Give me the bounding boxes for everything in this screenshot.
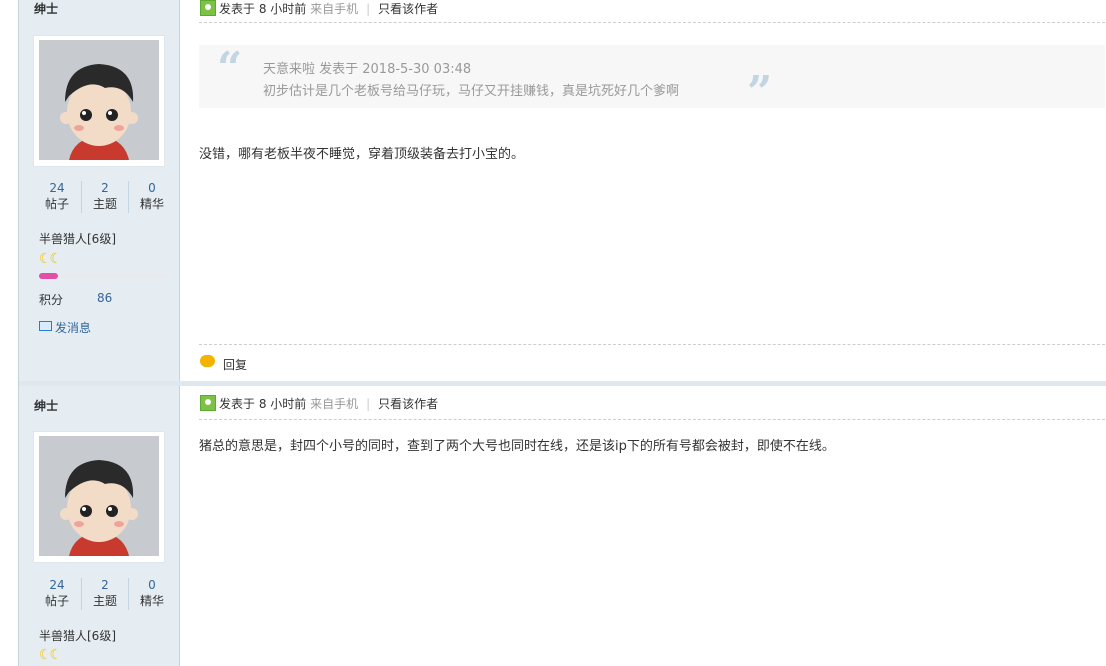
- post-meta-text: 发表于 8 小时前 来自手机 | 只看该作者: [219, 397, 439, 411]
- post-content: 发表于 8 小时前 来自手机 | 只看该作者 猪总的意思是，封四个小号的同时，查到了…: [199, 386, 1106, 666]
- stat-threads[interactable]: 2 主题: [81, 181, 128, 213]
- post-time: 发表于 8 小时前: [219, 2, 307, 16]
- post-meta: 发表于 8 小时前 来自手机 | 只看该作者: [199, 0, 1105, 23]
- level-moon-icons: ☾☾: [39, 251, 62, 267]
- post-2: 绅士 发表于 8 小时前 来自手机 | 只看该作者 猪总的意思是，封四个小号的同时，…: [19, 386, 1106, 666]
- send-message-label[interactable]: 发消息: [55, 321, 91, 335]
- post-body: 没错，哪有老板半夜不睡觉，穿着顶级装备去打小宝的。: [199, 147, 525, 162]
- stat-posts-count[interactable]: 24: [34, 181, 80, 195]
- points-label: 积分: [39, 293, 64, 307]
- points-row: 积分 86: [39, 291, 112, 308]
- author-only-link[interactable]: 只看该作者: [378, 2, 438, 16]
- quote-close-icon: ”: [747, 67, 773, 118]
- post-source: 来自手机: [310, 2, 359, 16]
- user-level[interactable]: 半兽猎人[6级]: [39, 230, 116, 247]
- author-only-link[interactable]: 只看该作者: [378, 397, 438, 411]
- post-1: 绅士 24 帖子 2 主题 0 精华 半兽猎人[6级] ☾☾ 积分 86 发消息…: [19, 0, 1106, 381]
- quote-header: 天意来啦 发表于 2018-5-30 03:48: [263, 62, 472, 77]
- quote-open-icon: “: [217, 43, 243, 94]
- author-sidebar: 绅士: [19, 386, 180, 666]
- stat-posts-label: 帖子: [44, 197, 69, 211]
- post-source: 来自手机: [310, 397, 359, 411]
- stat-threads-count[interactable]: 2: [82, 181, 128, 195]
- author-stats: 24 帖子 2 主题 0 精华: [34, 181, 174, 213]
- reply-button[interactable]: 回复: [223, 356, 247, 373]
- post-meta-text: 发表于 8 小时前 来自手机 | 只看该作者: [219, 2, 439, 16]
- avatar[interactable]: [39, 40, 159, 160]
- stat-digest[interactable]: 0 精华: [128, 181, 175, 213]
- author-name[interactable]: 绅士: [34, 397, 58, 414]
- post-footer: 回复: [199, 344, 1105, 381]
- level-progress-bar: [39, 273, 167, 279]
- points-value: 86: [97, 291, 113, 305]
- online-status-icon: [200, 395, 216, 411]
- post-meta: 发表于 8 小时前 来自手机 | 只看该作者: [199, 395, 1105, 420]
- author-name[interactable]: 绅士: [34, 0, 58, 17]
- level-progress-fill: [39, 273, 59, 279]
- post-content: 发表于 8 小时前 来自手机 | 只看该作者 “ 天意来啦 发表于 2018-5-3…: [199, 0, 1106, 381]
- stat-digest-count[interactable]: 0: [129, 181, 175, 195]
- post-body: 猪总的意思是，封四个小号的同时，查到了两个大号也同时在线，还是该ip下的所有号都…: [199, 439, 835, 454]
- quote-text: 初步估计是几个老板号给马仔玩，马仔又开挂赚钱，真是坑死好几个爹啊: [263, 84, 680, 99]
- stat-digest-label: 精华: [139, 197, 164, 211]
- post-time: 发表于 8 小时前: [219, 397, 307, 411]
- avatar-cartoon-icon: [39, 40, 159, 160]
- stat-posts[interactable]: 24 帖子: [34, 181, 80, 213]
- avatar-frame[interactable]: [34, 36, 164, 166]
- mail-icon: [39, 321, 52, 331]
- stat-threads-label: 主题: [92, 197, 117, 211]
- reply-bubble-icon: [200, 355, 215, 367]
- page-left-edge: [0, 0, 19, 666]
- author-sidebar: 绅士 24 帖子 2 主题 0 精华 半兽猎人[6级] ☾☾ 积分 86 发消息: [19, 0, 180, 381]
- send-message-link[interactable]: 发消息: [39, 319, 91, 336]
- quote-block: “ 天意来啦 发表于 2018-5-30 03:48 初步估计是几个老板号给马仔…: [199, 43, 1105, 118]
- online-status-icon: [200, 0, 216, 16]
